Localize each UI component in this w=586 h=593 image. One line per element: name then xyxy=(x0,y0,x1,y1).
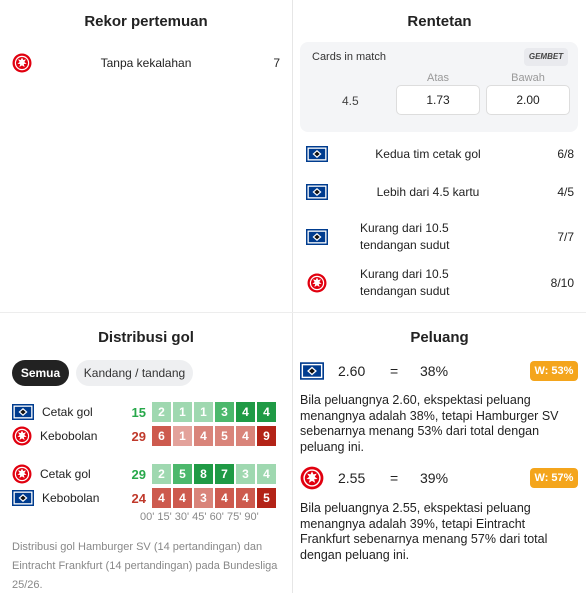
scored-label: Cetak gol xyxy=(42,405,93,419)
conceded-label: Kebobolan xyxy=(42,491,100,505)
goal-cells: 6 1 4 5 4 9 xyxy=(152,426,278,446)
goal-cell: 1 xyxy=(173,402,192,422)
bookmaker-logo[interactable]: GEMBET xyxy=(524,48,568,66)
hsv-crest-icon xyxy=(12,490,34,506)
rekor-row: Tanpa kekalahan 7 xyxy=(12,52,280,74)
under-label: Bawah xyxy=(511,72,545,84)
scored-total: 29 xyxy=(131,466,146,482)
distribusi-title: Distribusi gol xyxy=(98,329,194,346)
implied-probability: 39% xyxy=(420,470,449,486)
streak-label: Kurang dari 10.5 tendangan sudut xyxy=(360,267,450,298)
tab-kandang-tandang[interactable]: Kandang / tandang xyxy=(76,360,193,386)
ef-conceded-row: Kebobolan 29 6 1 4 5 4 9 xyxy=(12,425,280,447)
odds-value: 2.55 xyxy=(338,470,366,486)
ef-probability-row: 2.55 = 39% W: 57% xyxy=(300,466,578,490)
eintracht-crest-icon xyxy=(307,273,327,293)
hsv-crest-icon xyxy=(300,362,324,380)
streak-value: 4/5 xyxy=(557,185,574,199)
peluang-title: Peluang xyxy=(410,329,469,346)
cards-line: 4.5 xyxy=(342,94,359,108)
win-rate-badge: W: 57% xyxy=(530,468,578,488)
over-label: Atas xyxy=(426,72,449,84)
eintracht-crest-icon xyxy=(12,53,32,73)
goal-cell: 4 xyxy=(194,426,213,446)
cards-market-label: Cards in match xyxy=(312,51,386,63)
goal-cell: 2 xyxy=(152,402,171,422)
streak-value: 7/7 xyxy=(557,230,574,244)
goal-cells: 2 1 1 3 4 4 xyxy=(152,402,278,422)
streak-label: Kurang dari 10.5 tendangan sudut xyxy=(360,221,450,252)
eintracht-crest-icon xyxy=(300,466,324,490)
goal-cell: 8 xyxy=(194,464,213,484)
streak-label: Kedua tim cetak gol xyxy=(375,146,481,161)
eintracht-crest-icon xyxy=(12,464,32,484)
hsv-crest-icon xyxy=(12,404,34,420)
equals-sign: = xyxy=(390,470,399,486)
goal-cell: 4 xyxy=(173,488,192,508)
under-odds-button[interactable]: 2.00 xyxy=(486,85,570,115)
streak-value: 6/8 xyxy=(557,147,574,161)
hsv-probability-row: 2.60 = 38% W: 53% xyxy=(300,359,578,383)
scored-total: 15 xyxy=(131,404,146,420)
hsv-scored-row: Cetak gol 15 2 1 1 3 4 4 xyxy=(12,401,280,423)
implied-probability: 38% xyxy=(420,363,449,379)
rekor-label: Tanpa kekalahan xyxy=(100,56,192,70)
goal-cell: 2 xyxy=(152,464,171,484)
probability-explanation: Bila peluangnya 2.60, ekspektasi peluang… xyxy=(300,393,559,454)
equals-sign: = xyxy=(390,363,399,379)
rekor-panel: Rekor pertemuan xyxy=(0,0,292,312)
goal-cell: 5 xyxy=(173,464,192,484)
goal-cell: 7 xyxy=(215,464,234,484)
time-axis-labels: 00' 15' 30' 45' 60' 75' 90' xyxy=(140,511,259,523)
goal-cell: 1 xyxy=(173,426,192,446)
win-rate-badge: W: 53% xyxy=(530,361,578,381)
eintracht-crest-icon xyxy=(12,426,32,446)
streak-value: 8/10 xyxy=(550,276,574,290)
conceded-total: 29 xyxy=(131,428,146,444)
goal-cell: 4 xyxy=(215,488,234,508)
scored-label: Cetak gol xyxy=(40,467,91,481)
goal-cell: 1 xyxy=(194,402,213,422)
streak-row: Kedua tim cetak gol 6/8 xyxy=(306,144,574,164)
rekor-title: Rekor pertemuan xyxy=(84,13,208,30)
hsv-crest-icon xyxy=(306,146,328,162)
ef-scored-row: Cetak gol 29 2 5 8 7 3 4 xyxy=(12,463,280,485)
goal-cell: 3 xyxy=(236,464,255,484)
goal-cell: 3 xyxy=(215,402,234,422)
conceded-total: 24 xyxy=(131,490,146,506)
goal-cell: 4 xyxy=(152,488,171,508)
conceded-label: Kebobolan xyxy=(40,429,98,443)
goal-cell: 3 xyxy=(194,488,213,508)
distribution-note: Distribusi gol Hamburger SV (14 pertandi… xyxy=(12,541,278,591)
streak-row: Kurang dari 10.5 tendangan sudut 8/10 xyxy=(306,265,574,301)
goal-cell: 6 xyxy=(152,426,171,446)
goal-cell: 4 xyxy=(257,464,276,484)
tab-semua[interactable]: Semua xyxy=(12,360,69,386)
over-odds-button[interactable]: 1.73 xyxy=(396,85,480,115)
rentetan-title: Rentetan xyxy=(407,13,472,30)
goal-cells: 2 5 8 7 3 4 xyxy=(152,464,278,484)
rekor-value: 7 xyxy=(273,56,280,70)
streak-label: Lebih dari 4.5 kartu xyxy=(376,184,480,199)
odds-value: 2.60 xyxy=(338,363,366,379)
probability-explanation: Bila peluangnya 2.55, ekspektasi peluang… xyxy=(300,501,548,562)
goal-cell: 4 xyxy=(257,402,276,422)
hsv-crest-icon xyxy=(306,229,328,245)
goal-cell: 5 xyxy=(257,488,276,508)
streak-row: Kurang dari 10.5 tendangan sudut 7/7 xyxy=(306,219,574,255)
goal-cell: 5 xyxy=(215,426,234,446)
goal-cells: 4 4 3 4 4 5 xyxy=(152,488,278,508)
cards-odds-card: Cards in match GEMBET Atas Bawah 4.5 1.7… xyxy=(300,42,578,132)
hsv-crest-icon xyxy=(306,184,328,200)
streak-row: Lebih dari 4.5 kartu 4/5 xyxy=(306,182,574,202)
goal-cell: 4 xyxy=(236,488,255,508)
goal-cell: 9 xyxy=(257,426,276,446)
goal-cell: 4 xyxy=(236,426,255,446)
goal-cell: 4 xyxy=(236,402,255,422)
hsv-conceded-row: Kebobolan 24 4 4 3 4 4 5 xyxy=(12,487,280,509)
